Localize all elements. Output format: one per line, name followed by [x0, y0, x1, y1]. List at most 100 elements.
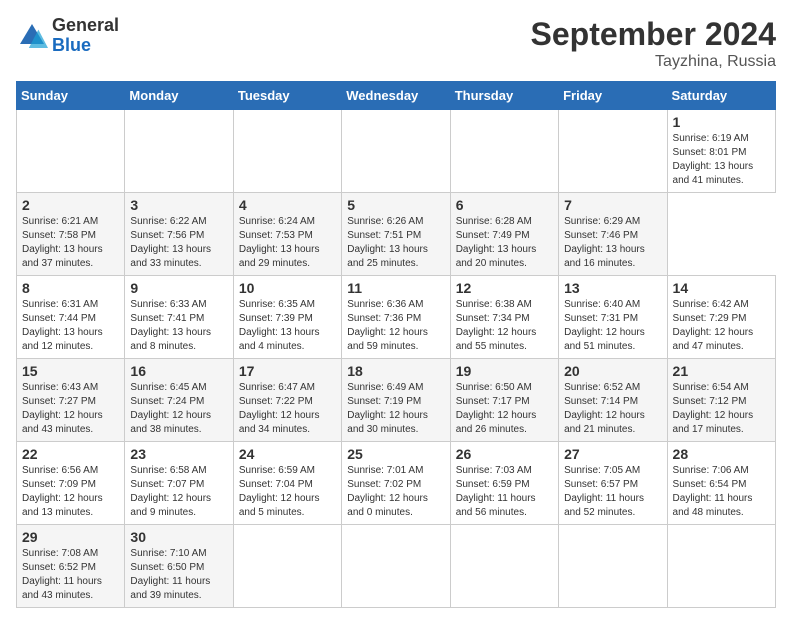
day-info: Sunrise: 6:33 AMSunset: 7:41 PMDaylight:…	[130, 298, 227, 354]
day-info: Sunrise: 7:10 AMSunset: 6:50 PMDaylight:…	[130, 547, 227, 603]
calendar-cell: 24 Sunrise: 6:59 AMSunset: 7:04 PMDaylig…	[233, 442, 341, 525]
calendar-cell: 3 Sunrise: 6:22 AMSunset: 7:56 PMDayligh…	[125, 193, 233, 276]
day-number: 26	[456, 446, 553, 462]
col-tuesday: Tuesday	[233, 82, 341, 110]
day-number: 29	[22, 529, 119, 545]
calendar-cell: 9 Sunrise: 6:33 AMSunset: 7:41 PMDayligh…	[125, 276, 233, 359]
col-wednesday: Wednesday	[342, 82, 450, 110]
day-number: 14	[673, 280, 770, 296]
day-info: Sunrise: 7:01 AMSunset: 7:02 PMDaylight:…	[347, 464, 444, 520]
logo-blue: Blue	[52, 35, 91, 55]
calendar-cell: 25 Sunrise: 7:01 AMSunset: 7:02 PMDaylig…	[342, 442, 450, 525]
location-title: Tayzhina, Russia	[531, 53, 776, 71]
day-number: 3	[130, 197, 227, 213]
calendar-cell: 22 Sunrise: 6:56 AMSunset: 7:09 PMDaylig…	[17, 442, 125, 525]
calendar-cell: 13 Sunrise: 6:40 AMSunset: 7:31 PMDaylig…	[559, 276, 667, 359]
calendar-cell: 11 Sunrise: 6:36 AMSunset: 7:36 PMDaylig…	[342, 276, 450, 359]
calendar-cell: 18 Sunrise: 6:49 AMSunset: 7:19 PMDaylig…	[342, 359, 450, 442]
page-header: General Blue September 2024 Tayzhina, Ru…	[16, 16, 776, 71]
calendar-cell: 21 Sunrise: 6:54 AMSunset: 7:12 PMDaylig…	[667, 359, 775, 442]
calendar-cell: 20 Sunrise: 6:52 AMSunset: 7:14 PMDaylig…	[559, 359, 667, 442]
calendar-cell	[559, 525, 667, 608]
calendar-cell: 30 Sunrise: 7:10 AMSunset: 6:50 PMDaylig…	[125, 525, 233, 608]
day-info: Sunrise: 6:52 AMSunset: 7:14 PMDaylight:…	[564, 381, 661, 437]
day-number: 19	[456, 363, 553, 379]
logo-general: General	[52, 15, 119, 35]
calendar-cell: 19 Sunrise: 6:50 AMSunset: 7:17 PMDaylig…	[450, 359, 558, 442]
day-info: Sunrise: 6:19 AMSunset: 8:01 PMDaylight:…	[673, 132, 770, 188]
day-number: 20	[564, 363, 661, 379]
calendar-cell	[450, 110, 558, 193]
calendar-cell: 26 Sunrise: 7:03 AMSunset: 6:59 PMDaylig…	[450, 442, 558, 525]
calendar-cell: 14 Sunrise: 6:42 AMSunset: 7:29 PMDaylig…	[667, 276, 775, 359]
calendar-cell: 16 Sunrise: 6:45 AMSunset: 7:24 PMDaylig…	[125, 359, 233, 442]
calendar-cell: 4 Sunrise: 6:24 AMSunset: 7:53 PMDayligh…	[233, 193, 341, 276]
calendar-cell	[667, 525, 775, 608]
day-number: 11	[347, 280, 444, 296]
day-number: 7	[564, 197, 661, 213]
day-info: Sunrise: 6:47 AMSunset: 7:22 PMDaylight:…	[239, 381, 336, 437]
month-title: September 2024	[531, 16, 776, 53]
calendar-cell: 23 Sunrise: 6:58 AMSunset: 7:07 PMDaylig…	[125, 442, 233, 525]
logo-text: General Blue	[52, 16, 119, 56]
day-info: Sunrise: 6:36 AMSunset: 7:36 PMDaylight:…	[347, 298, 444, 354]
logo: General Blue	[16, 16, 119, 56]
day-number: 23	[130, 446, 227, 462]
calendar-cell: 27 Sunrise: 7:05 AMSunset: 6:57 PMDaylig…	[559, 442, 667, 525]
day-info: Sunrise: 6:38 AMSunset: 7:34 PMDaylight:…	[456, 298, 553, 354]
day-number: 27	[564, 446, 661, 462]
day-number: 12	[456, 280, 553, 296]
calendar-cell	[342, 525, 450, 608]
calendar-cell: 12 Sunrise: 6:38 AMSunset: 7:34 PMDaylig…	[450, 276, 558, 359]
calendar-cell: 5 Sunrise: 6:26 AMSunset: 7:51 PMDayligh…	[342, 193, 450, 276]
calendar-cell: 29 Sunrise: 7:08 AMSunset: 6:52 PMDaylig…	[17, 525, 125, 608]
day-number: 21	[673, 363, 770, 379]
calendar-week-0: 1 Sunrise: 6:19 AMSunset: 8:01 PMDayligh…	[17, 110, 776, 193]
day-number: 1	[673, 114, 770, 130]
day-info: Sunrise: 6:26 AMSunset: 7:51 PMDaylight:…	[347, 215, 444, 271]
day-number: 16	[130, 363, 227, 379]
header-row: Sunday Monday Tuesday Wednesday Thursday…	[17, 82, 776, 110]
day-info: Sunrise: 6:35 AMSunset: 7:39 PMDaylight:…	[239, 298, 336, 354]
calendar-cell: 8 Sunrise: 6:31 AMSunset: 7:44 PMDayligh…	[17, 276, 125, 359]
calendar-cell: 28 Sunrise: 7:06 AMSunset: 6:54 PMDaylig…	[667, 442, 775, 525]
calendar-table: Sunday Monday Tuesday Wednesday Thursday…	[16, 81, 776, 608]
day-info: Sunrise: 6:22 AMSunset: 7:56 PMDaylight:…	[130, 215, 227, 271]
calendar-week-1: 2 Sunrise: 6:21 AMSunset: 7:58 PMDayligh…	[17, 193, 776, 276]
calendar-cell: 6 Sunrise: 6:28 AMSunset: 7:49 PMDayligh…	[450, 193, 558, 276]
day-number: 15	[22, 363, 119, 379]
calendar-cell	[342, 110, 450, 193]
calendar-cell: 15 Sunrise: 6:43 AMSunset: 7:27 PMDaylig…	[17, 359, 125, 442]
day-info: Sunrise: 6:54 AMSunset: 7:12 PMDaylight:…	[673, 381, 770, 437]
day-info: Sunrise: 6:29 AMSunset: 7:46 PMDaylight:…	[564, 215, 661, 271]
calendar-week-3: 15 Sunrise: 6:43 AMSunset: 7:27 PMDaylig…	[17, 359, 776, 442]
day-info: Sunrise: 7:06 AMSunset: 6:54 PMDaylight:…	[673, 464, 770, 520]
day-number: 28	[673, 446, 770, 462]
col-saturday: Saturday	[667, 82, 775, 110]
day-info: Sunrise: 6:49 AMSunset: 7:19 PMDaylight:…	[347, 381, 444, 437]
day-info: Sunrise: 6:56 AMSunset: 7:09 PMDaylight:…	[22, 464, 119, 520]
day-info: Sunrise: 6:58 AMSunset: 7:07 PMDaylight:…	[130, 464, 227, 520]
day-info: Sunrise: 6:28 AMSunset: 7:49 PMDaylight:…	[456, 215, 553, 271]
col-friday: Friday	[559, 82, 667, 110]
day-info: Sunrise: 6:45 AMSunset: 7:24 PMDaylight:…	[130, 381, 227, 437]
col-thursday: Thursday	[450, 82, 558, 110]
calendar-week-4: 22 Sunrise: 6:56 AMSunset: 7:09 PMDaylig…	[17, 442, 776, 525]
day-number: 4	[239, 197, 336, 213]
day-number: 25	[347, 446, 444, 462]
day-number: 2	[22, 197, 119, 213]
day-number: 17	[239, 363, 336, 379]
calendar-cell	[17, 110, 125, 193]
col-monday: Monday	[125, 82, 233, 110]
day-number: 9	[130, 280, 227, 296]
calendar-week-2: 8 Sunrise: 6:31 AMSunset: 7:44 PMDayligh…	[17, 276, 776, 359]
day-number: 6	[456, 197, 553, 213]
day-info: Sunrise: 7:05 AMSunset: 6:57 PMDaylight:…	[564, 464, 661, 520]
calendar-cell: 1 Sunrise: 6:19 AMSunset: 8:01 PMDayligh…	[667, 110, 775, 193]
calendar-cell	[125, 110, 233, 193]
day-info: Sunrise: 6:24 AMSunset: 7:53 PMDaylight:…	[239, 215, 336, 271]
calendar-cell: 2 Sunrise: 6:21 AMSunset: 7:58 PMDayligh…	[17, 193, 125, 276]
day-number: 22	[22, 446, 119, 462]
day-info: Sunrise: 6:59 AMSunset: 7:04 PMDaylight:…	[239, 464, 336, 520]
day-number: 30	[130, 529, 227, 545]
